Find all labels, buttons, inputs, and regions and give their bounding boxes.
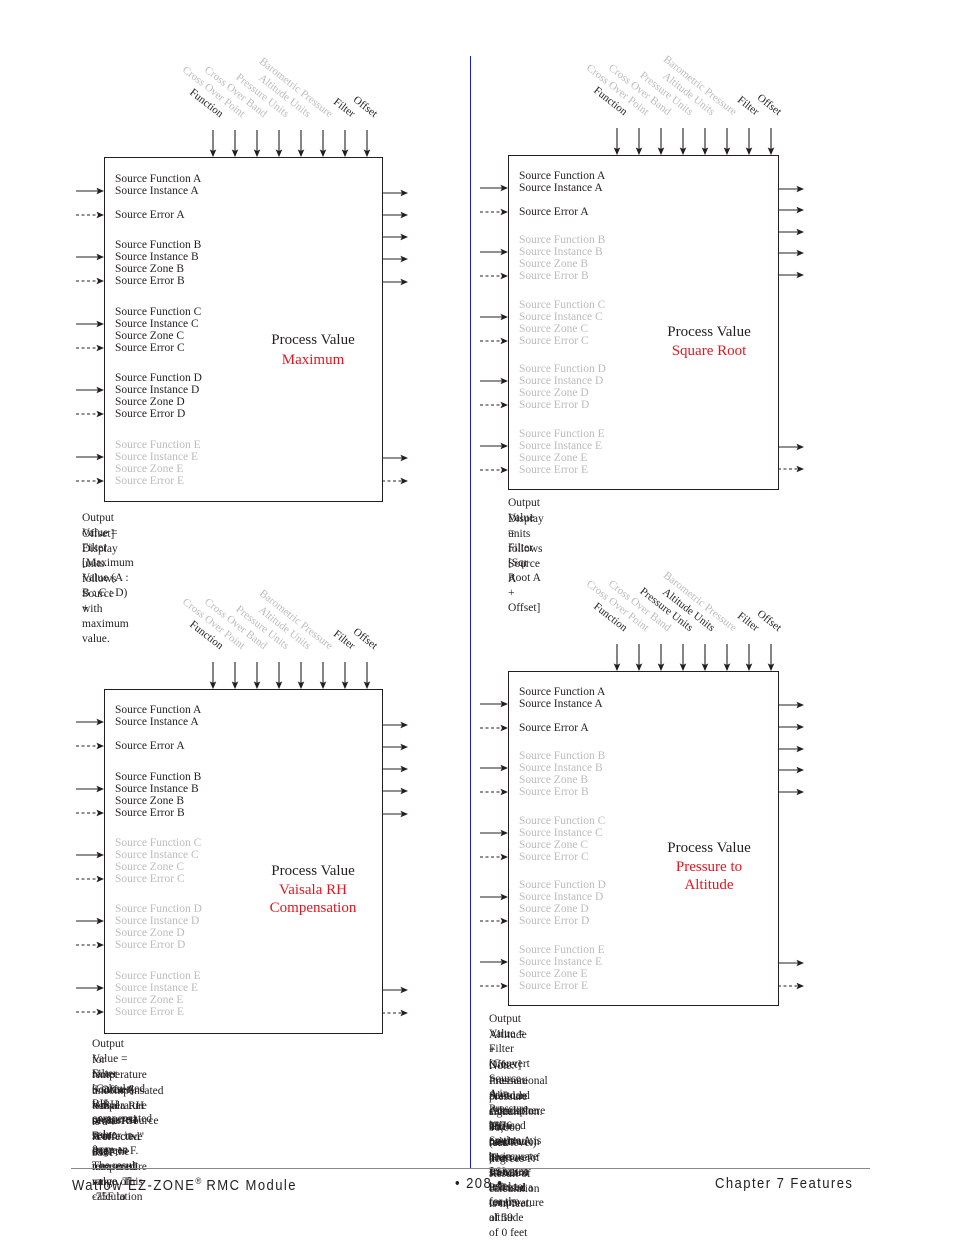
connector-arrows bbox=[76, 128, 805, 1017]
